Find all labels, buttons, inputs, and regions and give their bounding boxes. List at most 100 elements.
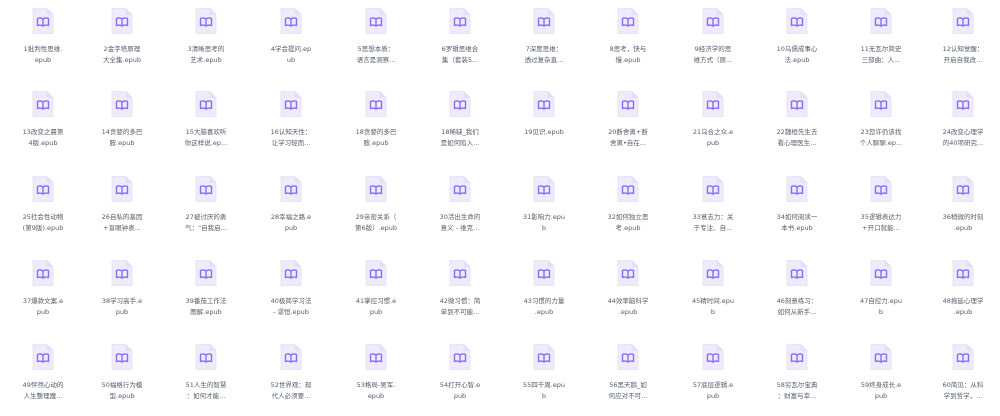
file-item[interactable]: 41掌控习惯.e pub xyxy=(333,252,419,332)
file-item[interactable]: 26自私的基因 +盲眼钟表... xyxy=(79,168,165,248)
file-item[interactable]: 38学习高手.e pub xyxy=(79,252,165,332)
file-item[interactable]: 3清晰思考的 艺术.epub xyxy=(163,0,249,80)
book-file-icon xyxy=(533,8,555,34)
file-name-label: 54打开心智.e pub xyxy=(439,381,481,400)
file-item[interactable]: 36稍微的时刻 .epub xyxy=(920,168,1000,248)
file-item[interactable]: 56黑天鹅_如 何应对不可... xyxy=(585,336,671,416)
file-name-label: 31影响力.epu b xyxy=(522,213,566,232)
file-item[interactable]: 10乌儒成事心 法.epub xyxy=(754,0,840,80)
file-item[interactable]: 6罗辑思维合 集（套装5... xyxy=(417,0,503,80)
file-item[interactable]: 59终身成长.e pub xyxy=(838,336,924,416)
file-item[interactable]: 19见识.epub xyxy=(501,83,587,163)
file-item[interactable]: 27被讨厌的勇 气："自我启... xyxy=(163,168,249,248)
file-name-label: 16认知天性： 让学习轻而... xyxy=(270,128,312,147)
file-item[interactable]: 14贪婪的多巴 胺.epub xyxy=(79,83,165,163)
file-item[interactable]: 13改变之晨第 4版.epub xyxy=(0,83,86,163)
file-item[interactable]: 47自控力.epu b xyxy=(838,252,924,332)
book-file-icon xyxy=(617,8,639,34)
file-name-label: 7深度思维： 透过复杂直... xyxy=(524,45,564,64)
file-item[interactable]: 34如何阅读一 本书.epub xyxy=(754,168,840,248)
file-item[interactable]: 25社会性动物 (第9版).epub xyxy=(0,168,86,248)
file-name-label: 9经济学的思 维方式（原... xyxy=(693,45,733,64)
file-name-label: 39番茄工作法 图解.epub xyxy=(185,297,227,316)
book-file-icon xyxy=(702,344,724,370)
book-file-icon xyxy=(533,344,555,370)
file-item[interactable]: 45精时间.epu b xyxy=(670,252,756,332)
file-item[interactable]: 50福格行为模 型.epub xyxy=(79,336,165,416)
file-item[interactable]: 4学会提问.ep ub xyxy=(248,0,334,80)
book-file-icon xyxy=(786,176,808,202)
file-item[interactable]: 20断舍离+断 舍离•自在... xyxy=(585,83,671,163)
file-item[interactable]: 48拖延心理学 .epub xyxy=(920,252,1000,332)
file-item[interactable]: 18稀缺_我们 是如何陷入... xyxy=(417,83,503,163)
file-item[interactable]: 58穷瓦尔宝典 ：财富与幸... xyxy=(754,336,840,416)
file-item[interactable]: 60简见：从科 学到哲学，... xyxy=(920,336,1000,416)
book-file-icon xyxy=(952,8,974,34)
file-item[interactable]: 37爆款文案.e pub xyxy=(0,252,86,332)
book-file-icon xyxy=(32,8,54,34)
book-file-icon xyxy=(365,91,387,117)
file-item[interactable]: 28幸福之路.e pub xyxy=(248,168,334,248)
file-item[interactable]: 8思考，快与 慢.epub xyxy=(585,0,671,80)
file-item[interactable]: 43习惯的力量 .epub xyxy=(501,252,587,332)
book-file-icon xyxy=(365,260,387,286)
book-file-icon xyxy=(870,176,892,202)
file-name-label: 21乌合之众.e pub xyxy=(692,128,734,147)
file-item[interactable]: 18贪婪的多巴 胺.epub xyxy=(333,83,419,163)
file-item[interactable]: 42微习惯：简 单到不可能... xyxy=(417,252,503,332)
file-item[interactable]: 39番茄工作法 图解.epub xyxy=(163,252,249,332)
file-item[interactable]: 16认知天性： 让学习轻而... xyxy=(248,83,334,163)
book-file-icon xyxy=(533,176,555,202)
file-name-label: 18稀缺_我们 是如何陷入... xyxy=(440,128,480,147)
file-name-label: 32如何独立思 考.epub xyxy=(607,213,649,232)
book-file-icon xyxy=(32,91,54,117)
file-item[interactable]: 52世界观：现 代人必须要... xyxy=(248,336,334,416)
file-name-label: 55四千周.epu b xyxy=(522,381,566,400)
file-item[interactable]: 35逻辑表达力 +开口就能... xyxy=(838,168,924,248)
file-item[interactable]: 5思想本质： 语言是洞察... xyxy=(333,0,419,80)
file-name-label: 59终身成长.e pub xyxy=(860,381,902,400)
book-file-icon xyxy=(786,8,808,34)
file-item[interactable]: 15大脑喜欢听 你这样说.ep... xyxy=(163,83,249,163)
book-file-icon xyxy=(449,344,471,370)
file-item[interactable]: 24改变心理学 的40项研究... xyxy=(920,83,1000,163)
file-name-label: 3清晰思考的 艺术.epub xyxy=(187,45,225,64)
file-item[interactable]: 54打开心智.e pub xyxy=(417,336,503,416)
file-item[interactable]: 44效率脑科学 .epub xyxy=(585,252,671,332)
file-item[interactable]: 9经济学的思 维方式（原... xyxy=(670,0,756,80)
file-item[interactable]: 32如何独立思 考.epub xyxy=(585,168,671,248)
file-item[interactable]: 49怦然心动的 人生整理魔... xyxy=(0,336,86,416)
file-item[interactable]: 21乌合之众.e pub xyxy=(670,83,756,163)
file-item[interactable]: 55四千周.epu b xyxy=(501,336,587,416)
file-item[interactable]: 33意志力：关 于专注、自... xyxy=(670,168,756,248)
file-item[interactable]: 46刻意练习： 如何从新手... xyxy=(754,252,840,332)
file-item[interactable]: 29亲密关系（ 第6版）.epub xyxy=(333,168,419,248)
file-name-label: 43习惯的力量 .epub xyxy=(523,297,565,316)
file-item[interactable]: 7深度思维： 透过复杂直... xyxy=(501,0,587,80)
file-item[interactable]: 31影响力.epu b xyxy=(501,168,587,248)
file-item[interactable]: 40极简学习法 - 谬恒.epub xyxy=(248,252,334,332)
file-item[interactable]: 30活出生命的 意义 - 维克... xyxy=(417,168,503,248)
file-name-label: 46刻意练习： 如何从新手... xyxy=(776,297,818,316)
file-item[interactable]: 53格局-吴军. epub xyxy=(333,336,419,416)
file-item[interactable]: 12认知觉醒： 开启自我改... xyxy=(920,0,1000,80)
file-name-label: 33意志力：关 于专注、自... xyxy=(692,213,734,232)
file-name-label: 25社会性动物 (第9版).epub xyxy=(22,213,64,232)
book-file-icon xyxy=(617,344,639,370)
file-name-label: 60简见：从科 学到哲学，... xyxy=(942,381,984,400)
file-item[interactable]: 57底层逻辑.e pub xyxy=(670,336,756,416)
file-item[interactable]: 1批判性思维. epub xyxy=(0,0,86,80)
file-name-label: 45精时间.epu b xyxy=(691,297,735,316)
file-item[interactable]: 51人生的智慧 ：如何才能... xyxy=(163,336,249,416)
book-file-icon xyxy=(952,176,974,202)
file-item[interactable]: 11无瓦尔简史 三部曲：人... xyxy=(838,0,924,80)
file-name-label: 4学会提问.ep ub xyxy=(270,45,312,64)
book-file-icon xyxy=(952,260,974,286)
file-item[interactable]: 23您许仍该找 个人聊聊.ep... xyxy=(838,83,924,163)
file-item[interactable]: 2金字塔原理 大全集.epub xyxy=(79,0,165,80)
book-file-icon xyxy=(111,176,133,202)
file-item[interactable]: 22魏桓先生去 看心理医生... xyxy=(754,83,840,163)
file-name-label: 58穷瓦尔宝典 ：财富与幸... xyxy=(776,381,818,400)
file-name-label: 28幸福之路.e pub xyxy=(270,213,312,232)
file-name-label: 44效率脑科学 .epub xyxy=(607,297,649,316)
